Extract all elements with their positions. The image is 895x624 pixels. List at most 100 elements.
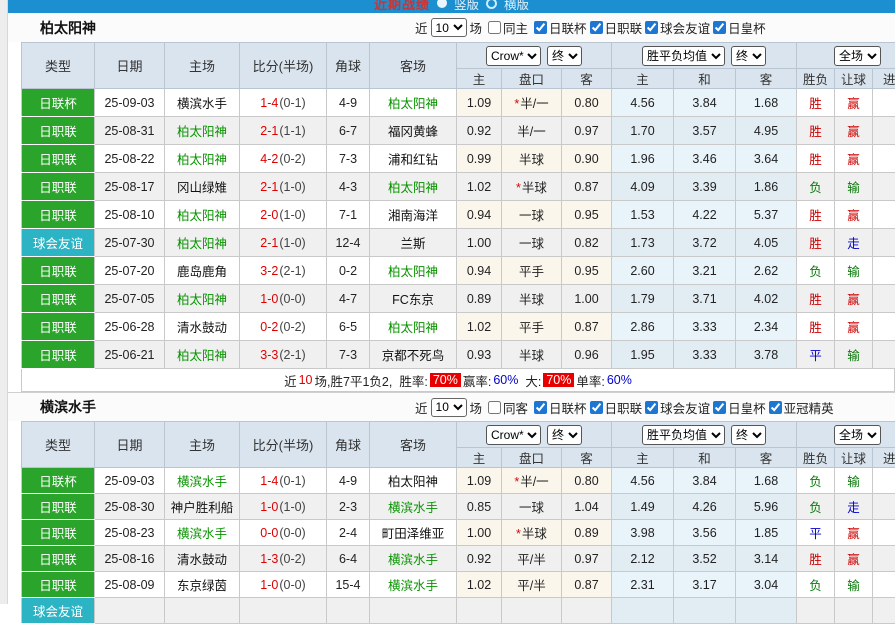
home-team-cell[interactable]: 横滨水手 — [165, 468, 240, 494]
home-team-link[interactable]: 横滨水手 — [177, 475, 227, 489]
same-venue-filter-1[interactable]: 同主 — [488, 18, 528, 37]
league-filter[interactable]: 日皇杯 — [713, 398, 766, 417]
home-team-cell[interactable]: 东京绿茵 — [165, 572, 240, 598]
away-team-cell[interactable]: FC东京 — [370, 285, 457, 313]
home-team-link[interactable]: 柏太阳神 — [177, 209, 227, 223]
away-team-cell[interactable]: 柏太阳神 — [370, 89, 457, 117]
home-team-link[interactable]: 神户胜利船 — [171, 501, 234, 515]
home-team-link[interactable]: 清水鼓动 — [177, 553, 227, 567]
away-team-link[interactable]: 湘南海洋 — [388, 209, 438, 223]
away-team-link[interactable]: 柏太阳神 — [388, 475, 438, 489]
home-team-link[interactable]: 柏太阳神 — [177, 153, 227, 167]
league-filter[interactable]: 球会友谊 — [645, 398, 710, 417]
home-team-cell[interactable]: 柏太阳神 — [165, 117, 240, 145]
away-team-link[interactable]: 福冈黄蜂 — [388, 125, 438, 139]
league-filter[interactable]: 日职联 — [590, 18, 643, 37]
away-team-cell[interactable]: 京都不死鸟 — [370, 341, 457, 369]
home-team-cell[interactable]: 清水鼓动 — [165, 313, 240, 341]
home-team-link[interactable]: 清水鼓动 — [177, 321, 227, 335]
same-home-checkbox[interactable] — [488, 21, 501, 34]
home-team-cell[interactable]: 柏太阳神 — [165, 145, 240, 173]
avg-type-select[interactable]: 胜平负均值 — [642, 46, 725, 66]
league-checkbox[interactable] — [590, 401, 603, 414]
away-team-cell[interactable]: 柏太阳神 — [370, 257, 457, 285]
league-checkbox[interactable] — [534, 21, 547, 34]
vertical-layout-label[interactable]: 竖版 — [454, 0, 479, 13]
league-checkbox[interactable] — [769, 401, 782, 414]
home-team-link[interactable]: 冈山绿雉 — [177, 181, 227, 195]
home-team-cell[interactable]: 柏太阳神 — [165, 341, 240, 369]
away-team-link[interactable]: 横滨水手 — [388, 553, 438, 567]
away-team-cell[interactable]: 柏太阳神 — [370, 468, 457, 494]
away-team-cell[interactable]: 町田泽维亚 — [370, 520, 457, 546]
home-team-cell[interactable]: 柏太阳神 — [165, 229, 240, 257]
match-count-select-1[interactable]: 10 — [431, 18, 467, 37]
horizontal-layout-label[interactable]: 横版 — [504, 0, 529, 13]
away-team-cell[interactable]: 浦和红钻 — [370, 145, 457, 173]
away-team-link[interactable]: 浦和红钻 — [388, 153, 438, 167]
home-team-cell[interactable]: 神户胜利船 — [165, 494, 240, 520]
away-team-link[interactable]: 兰斯 — [400, 237, 425, 251]
league-checkbox[interactable] — [713, 401, 726, 414]
home-team-link[interactable]: 柏太阳神 — [177, 293, 227, 307]
scope-select[interactable]: 全场 — [834, 46, 881, 66]
away-team-cell[interactable]: 福冈黄蜂 — [370, 117, 457, 145]
home-team-link[interactable]: 柏太阳神 — [177, 237, 227, 251]
avg-type-select[interactable]: 胜平负均值 — [642, 425, 725, 445]
same-venue-filter-2[interactable]: 同客 — [488, 398, 528, 417]
away-team-cell[interactable]: 兰斯 — [370, 229, 457, 257]
odds-company-select[interactable]: Crow* — [486, 425, 541, 445]
home-team-link[interactable]: 东京绿茵 — [177, 579, 227, 593]
odds-stage-select[interactable]: 终 — [547, 425, 582, 445]
home-team-cell[interactable]: 清水鼓动 — [165, 546, 240, 572]
away-team-link[interactable]: 柏太阳神 — [388, 321, 438, 335]
away-team-cell[interactable]: 横滨水手 — [370, 546, 457, 572]
match-count-select-2[interactable]: 10 — [431, 398, 467, 417]
home-team-cell[interactable]: 冈山绿雉 — [165, 173, 240, 201]
league-checkbox[interactable] — [534, 401, 547, 414]
away-team-link[interactable]: 柏太阳神 — [388, 97, 438, 111]
league-checkbox[interactable] — [645, 401, 658, 414]
home-team-cell[interactable]: 横滨水手 — [165, 89, 240, 117]
home-team-link[interactable]: 横滨水手 — [177, 527, 227, 541]
away-team-link[interactable]: 町田泽维亚 — [382, 527, 445, 541]
home-team-cell[interactable]: 鹿岛鹿角 — [165, 257, 240, 285]
same-away-checkbox[interactable] — [488, 401, 501, 414]
home-team-cell[interactable]: 柏太阳神 — [165, 201, 240, 229]
avg-stage-select[interactable]: 终 — [731, 425, 766, 445]
home-team-link[interactable]: 横滨水手 — [177, 97, 227, 111]
away-team-cell[interactable]: 柏太阳神 — [370, 313, 457, 341]
away-team-link[interactable]: 京都不死鸟 — [382, 349, 445, 363]
league-checkbox[interactable] — [590, 21, 603, 34]
horizontal-layout-radio[interactable] — [486, 0, 497, 9]
away-team-link[interactable]: 横滨水手 — [388, 579, 438, 593]
odds-stage-select[interactable]: 终 — [547, 46, 582, 66]
away-team-link[interactable]: 柏太阳神 — [388, 265, 438, 279]
league-checkbox[interactable] — [713, 21, 726, 34]
scope-select[interactable]: 全场 — [834, 425, 881, 445]
league-filter[interactable]: 日职联 — [590, 398, 643, 417]
home-team-cell[interactable]: 横滨水手 — [165, 520, 240, 546]
home-team-link[interactable]: 柏太阳神 — [177, 125, 227, 139]
home-team-link[interactable]: 鹿岛鹿角 — [177, 265, 227, 279]
home-team-link[interactable]: 柏太阳神 — [177, 349, 227, 363]
away-team-cell[interactable]: 湘南海洋 — [370, 201, 457, 229]
home-team-cell[interactable]: 柏太阳神 — [165, 285, 240, 313]
league-filter[interactable]: 日联杯 — [534, 18, 587, 37]
league-filter[interactable]: 日皇杯 — [713, 18, 766, 37]
vertical-layout-radio[interactable] — [437, 0, 447, 8]
home-team-cell[interactable] — [165, 598, 240, 624]
league-filter[interactable]: 日联杯 — [534, 398, 587, 417]
away-team-link[interactable]: 柏太阳神 — [388, 181, 438, 195]
avg-stage-select[interactable]: 终 — [731, 46, 766, 66]
away-team-cell[interactable]: 柏太阳神 — [370, 173, 457, 201]
league-checkbox[interactable] — [645, 21, 658, 34]
league-filter[interactable]: 球会友谊 — [645, 18, 710, 37]
odds-company-select[interactable]: Crow* — [486, 46, 541, 66]
away-team-cell[interactable]: 横滨水手 — [370, 494, 457, 520]
away-team-link[interactable]: FC东京 — [392, 293, 434, 307]
away-team-cell[interactable]: 横滨水手 — [370, 572, 457, 598]
away-team-link[interactable]: 横滨水手 — [388, 501, 438, 515]
league-filter[interactable]: 亚冠精英 — [769, 398, 834, 417]
away-team-cell[interactable] — [370, 598, 457, 624]
